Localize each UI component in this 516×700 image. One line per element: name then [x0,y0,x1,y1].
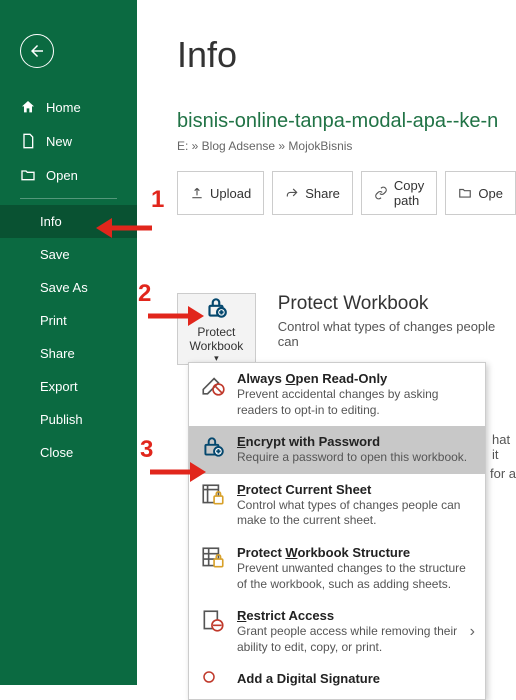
menu-item-restrict-access[interactable]: Restrict Access Grant people access whil… [189,600,485,663]
menu-title-encrypt: Encrypt with Password [237,434,475,449]
back-button[interactable] [20,34,54,68]
upload-label: Upload [210,186,251,201]
nav-home[interactable]: Home [0,90,137,124]
share-icon [285,186,299,200]
menu-item-protect-structure[interactable]: Protect Workbook Structure Prevent unwan… [189,537,485,600]
menu-title-protect-structure: Protect Workbook Structure [237,545,475,560]
protect-sheet-icon [199,482,227,510]
open-location-button[interactable]: Ope [445,171,516,215]
copy-path-button[interactable]: Copy path [361,171,438,215]
folder-icon [458,186,472,200]
nav-separator [20,198,117,199]
nav-export-label: Export [40,379,78,394]
nav-export[interactable]: Export [0,370,137,403]
menu-desc-restrict: Grant people access while removing their… [237,624,460,655]
nav-share-label: Share [40,346,75,361]
restrict-icon [199,608,227,636]
share-button[interactable]: Share [272,171,353,215]
protect-workbook-label: Protect Workbook [178,325,255,353]
home-icon [20,99,36,115]
menu-title-signature: Add a Digital Signature [237,671,475,686]
lock-shield-icon [203,295,229,321]
copy-path-label: Copy path [394,178,425,208]
open-icon [20,167,36,183]
menu-desc-protect-structure: Prevent unwanted changes to the structur… [237,561,475,592]
nav-home-label: Home [46,100,81,115]
menu-desc-encrypt: Require a password to open this workbook… [237,450,475,466]
protect-description: Control what types of changes people can [278,319,516,349]
nav-share[interactable]: Share [0,337,137,370]
encrypt-icon [199,434,227,462]
menu-desc-readonly: Prevent accidental changes by asking rea… [237,387,475,418]
protect-workbook-button[interactable]: Protect Workbook ▾ [177,293,256,365]
arrow-left-icon [28,42,46,60]
menu-item-encrypt[interactable]: Encrypt with Password Require a password… [189,426,485,474]
protect-workbook-menu: Always Open Read-Only Prevent accidental… [188,362,486,700]
menu-item-digital-signature[interactable]: Add a Digital Signature [189,663,485,699]
nav-close[interactable]: Close [0,436,137,469]
menu-desc-protect-sheet: Control what types of changes people can… [237,498,475,529]
nav-publish[interactable]: Publish [0,403,137,436]
clipped-text-fora: for a [490,466,516,481]
breadcrumb: E: » Blog Adsense » MojokBisnis [177,139,516,153]
nav-open-label: Open [46,168,78,183]
menu-item-readonly[interactable]: Always Open Read-Only Prevent accidental… [189,363,485,426]
action-button-row: Upload Share Copy path Ope [177,171,516,215]
link-icon [374,186,388,200]
upload-icon [190,186,204,200]
nav-saveas[interactable]: Save As [0,271,137,304]
nav-save-label: Save [40,247,70,262]
nav-open[interactable]: Open [0,158,137,192]
nav-new-label: New [46,134,72,149]
protect-heading: Protect Workbook [278,293,516,315]
nav-new[interactable]: New [0,124,137,158]
page-title: Info [177,34,516,76]
backstage-sidebar: Home New Open Info Save Save As Print Sh… [0,0,137,685]
clipped-text-hat: hat it [492,432,516,462]
nav-publish-label: Publish [40,412,83,427]
nav-print[interactable]: Print [0,304,137,337]
open-location-label: Ope [478,186,503,201]
nav-print-label: Print [40,313,67,328]
menu-title-readonly: Always Open Read-Only [237,371,475,386]
protect-structure-icon [199,545,227,573]
nav-close-label: Close [40,445,73,460]
new-icon [20,133,36,149]
share-label: Share [305,186,340,201]
chevron-right-icon: › [470,623,475,641]
nav-saveas-label: Save As [40,280,88,295]
menu-item-protect-sheet[interactable]: Protect Current Sheet Control what types… [189,474,485,537]
upload-button[interactable]: Upload [177,171,264,215]
nav-info-label: Info [40,214,62,229]
document-title: bisnis-online-tanpa-modal-apa--ke-n [177,110,516,133]
signature-icon [199,671,227,699]
nav-save[interactable]: Save [0,238,137,271]
menu-title-restrict: Restrict Access [237,608,460,623]
menu-title-protect-sheet: Protect Current Sheet [237,482,475,497]
readonly-icon [199,371,227,399]
nav-info[interactable]: Info [0,205,137,238]
